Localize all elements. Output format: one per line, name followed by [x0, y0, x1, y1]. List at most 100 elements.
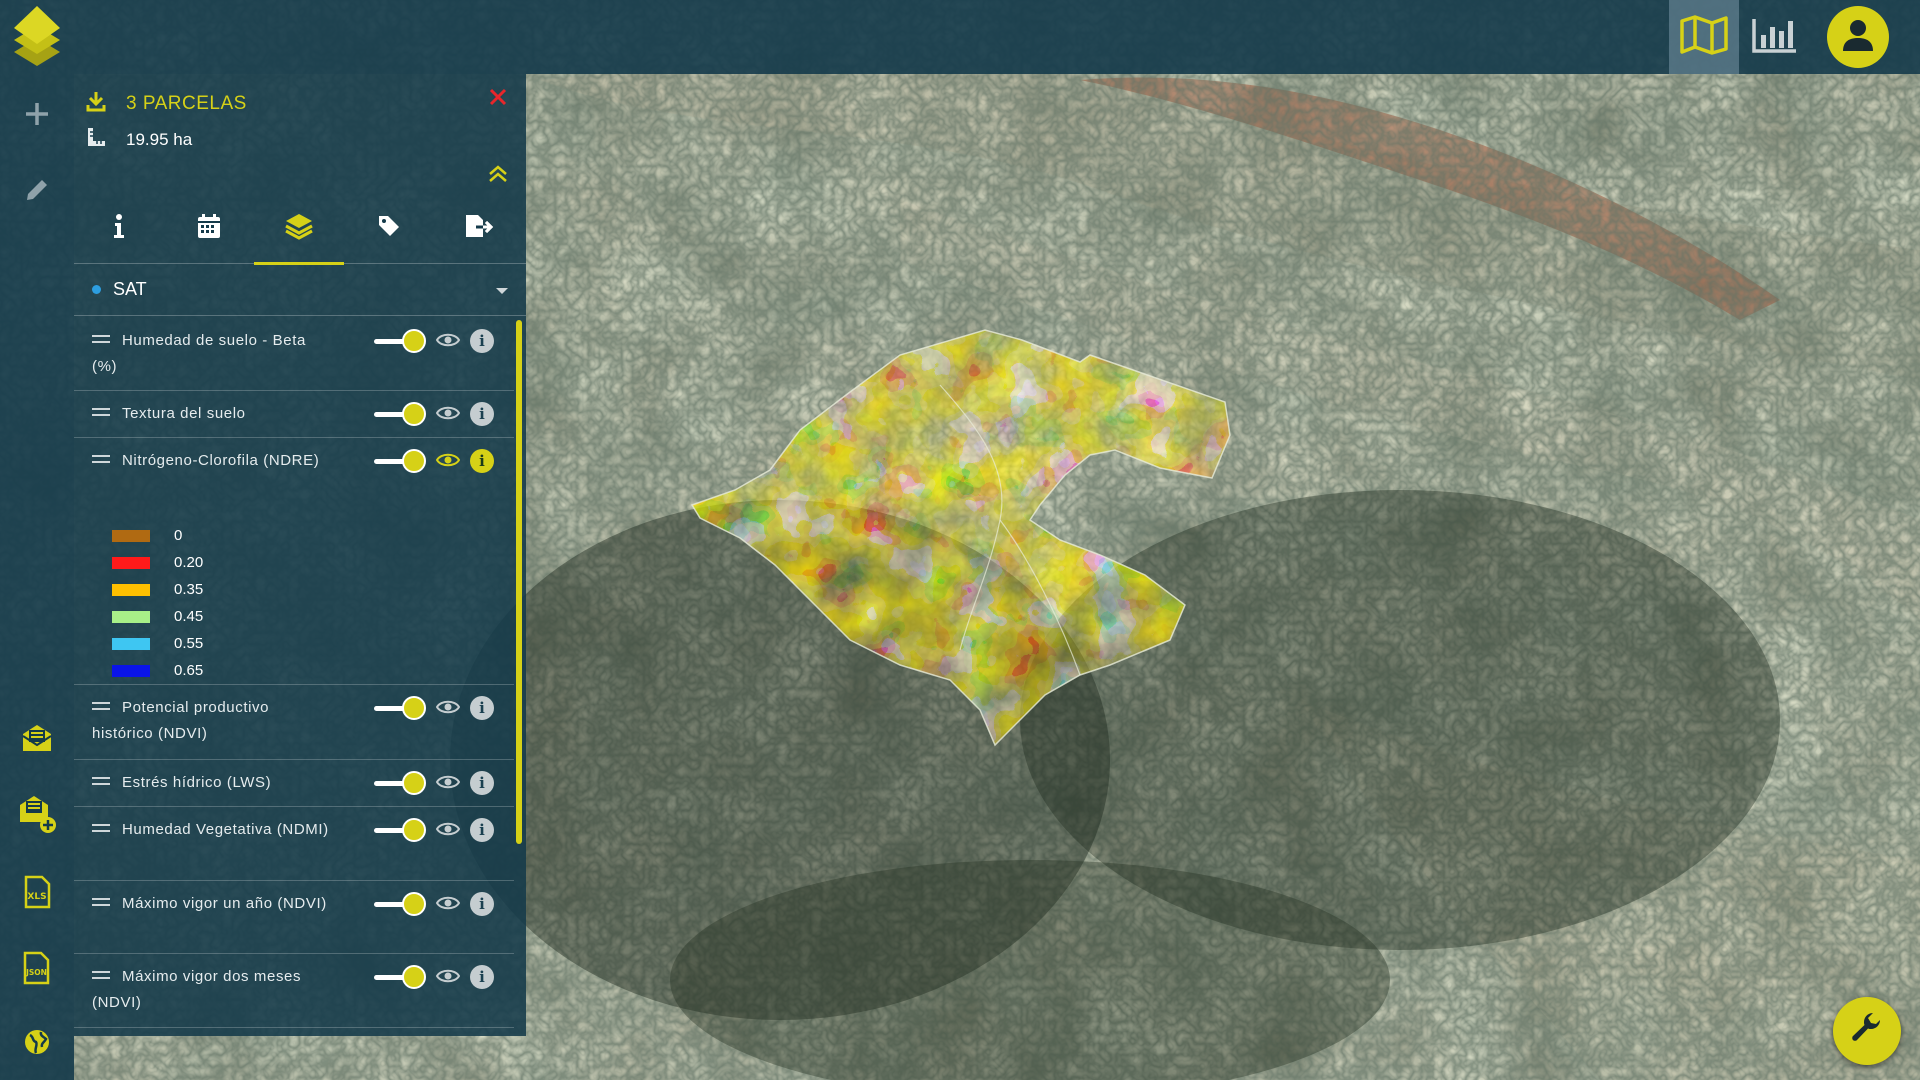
layer-toggle[interactable] — [374, 448, 426, 474]
legend-value: 0 — [174, 527, 183, 544]
close-panel-button[interactable] — [486, 87, 510, 111]
layer-toggle[interactable] — [374, 817, 426, 843]
layer-item[interactable]: Humedad de suelo - Beta (%) i — [74, 318, 514, 391]
legend-row: 0.20 — [112, 549, 203, 576]
layer-info-button[interactable]: i — [470, 696, 494, 720]
ruler-icon — [86, 126, 106, 153]
wrench-icon — [1850, 1012, 1884, 1051]
edit-button[interactable] — [17, 172, 57, 212]
drag-handle-icon[interactable] — [92, 824, 110, 832]
app-logo[interactable] — [12, 4, 62, 70]
tab-layers[interactable] — [254, 192, 344, 265]
eye-icon[interactable] — [435, 968, 462, 986]
layer-name: Humedad Vegetativa (NDMI) — [92, 817, 332, 843]
legend-value: 0.65 — [174, 662, 204, 679]
tab-calendar[interactable] — [164, 192, 254, 264]
tab-map[interactable] — [1669, 0, 1739, 74]
export-xls-button[interactable]: XLS — [17, 874, 57, 914]
drag-handle-icon[interactable] — [92, 455, 110, 463]
layer-item[interactable]: Textura del suelo i — [74, 391, 514, 438]
messages-button[interactable] — [17, 720, 57, 760]
legend-row: 0.65 — [112, 657, 203, 684]
layers-icon — [284, 212, 314, 245]
drag-handle-icon[interactable] — [92, 971, 110, 979]
language-button[interactable] — [17, 1024, 57, 1064]
caret-down-icon — [496, 288, 508, 294]
panel-tabs — [74, 192, 526, 265]
eye-icon[interactable] — [435, 774, 462, 792]
source-label: SAT — [113, 279, 147, 299]
tag-icon — [377, 214, 401, 243]
pencil-icon — [23, 176, 51, 209]
layer-name: Humedad de suelo - Beta (%) — [92, 332, 306, 375]
layer-name: Máximo vigor un año (NDVI) — [92, 891, 332, 917]
drag-handle-icon[interactable] — [92, 777, 110, 785]
eye-icon[interactable] — [435, 332, 462, 350]
parcel-area-row: 19.95 ha — [86, 126, 192, 153]
layer-info-button[interactable]: i — [470, 771, 494, 795]
plus-icon — [24, 101, 50, 132]
layer-toggle[interactable] — [374, 328, 426, 354]
bar-chart-icon — [1750, 15, 1798, 60]
layer-info-button[interactable]: i — [470, 449, 494, 473]
layer-item[interactable]: Máximo vigor un año (NDVI) i — [74, 881, 514, 954]
legend-swatch — [112, 529, 150, 542]
layer-item[interactable]: Máximo vigor dos meses (NDVI) i — [74, 954, 514, 1028]
export-json-button[interactable]: JSON — [17, 950, 57, 990]
legend-swatch — [112, 610, 150, 623]
layer-name: Máximo vigor dos meses (NDVI) — [92, 968, 302, 1011]
user-menu-button[interactable] — [1827, 6, 1889, 68]
tab-info[interactable] — [74, 192, 164, 264]
layer-info-button[interactable]: i — [470, 818, 494, 842]
layer-toggle[interactable] — [374, 401, 426, 427]
new-message-button[interactable] — [17, 794, 57, 839]
eye-icon[interactable] — [435, 452, 462, 470]
ndre-legend: 0 0.20 0.35 0.45 0.55 0.65 — [112, 522, 203, 684]
layer-item[interactable]: Estrés hídrico (LWS) i — [74, 760, 514, 807]
double-chevron-up-icon — [487, 164, 509, 188]
drag-handle-icon[interactable] — [92, 408, 110, 416]
data-source-dropdown[interactable]: SAT — [74, 264, 526, 316]
layer-list-scrollbar[interactable] — [516, 320, 522, 844]
svg-text:JSON: JSON — [25, 968, 47, 977]
layer-toggle[interactable] — [374, 964, 426, 990]
tab-statistics[interactable] — [1739, 0, 1809, 74]
parcel-area-value: 19.95 ha — [126, 129, 193, 149]
legend-value: 0.45 — [174, 608, 204, 625]
layer-list: Humedad de suelo - Beta (%) i Textura de… — [74, 318, 514, 1036]
drag-handle-icon[interactable] — [92, 702, 110, 710]
layer-name: Estrés hídrico (LWS) — [92, 770, 332, 796]
add-button[interactable] — [17, 96, 57, 136]
eye-icon[interactable] — [435, 821, 462, 839]
layer-info-button[interactable]: i — [470, 892, 494, 916]
layer-toggle[interactable] — [374, 770, 426, 796]
layer-info-button[interactable]: i — [470, 965, 494, 989]
source-status-dot — [92, 285, 101, 294]
tab-export[interactable] — [434, 192, 524, 264]
layer-item[interactable]: Potencial productivo histórico (NDVI) i — [74, 685, 514, 760]
map-icon — [1679, 14, 1729, 60]
layer-name: Textura del suelo — [92, 401, 332, 427]
legend-row: 0.55 — [112, 630, 203, 657]
layer-toggle[interactable] — [374, 695, 426, 721]
layer-toggle[interactable] — [374, 891, 426, 917]
layer-item[interactable]: Humedad Vegetativa (NDMI) i — [74, 807, 514, 881]
eye-icon[interactable] — [435, 895, 462, 913]
download-icon[interactable] — [86, 90, 106, 117]
tools-button[interactable] — [1833, 997, 1901, 1065]
layer-item-active[interactable]: Nitrógeno-Clorofila (NDRE) i 0 0.20 0.35… — [74, 438, 514, 685]
mail-add-icon — [17, 794, 57, 839]
layer-info-button[interactable]: i — [470, 402, 494, 426]
tab-tags[interactable] — [344, 192, 434, 264]
layer-info-button[interactable]: i — [470, 329, 494, 353]
layer-name: Potencial productivo histórico (NDVI) — [92, 699, 270, 742]
left-toolbar: XLS JSON — [0, 74, 74, 1080]
eye-icon[interactable] — [435, 405, 462, 423]
drag-handle-icon[interactable] — [92, 898, 110, 906]
eye-icon[interactable] — [435, 699, 462, 717]
legend-row: 0 — [112, 522, 203, 549]
json-file-icon: JSON — [21, 951, 53, 990]
legend-swatch — [112, 664, 150, 677]
collapse-panel-button[interactable] — [486, 164, 510, 188]
drag-handle-icon[interactable] — [92, 335, 110, 343]
